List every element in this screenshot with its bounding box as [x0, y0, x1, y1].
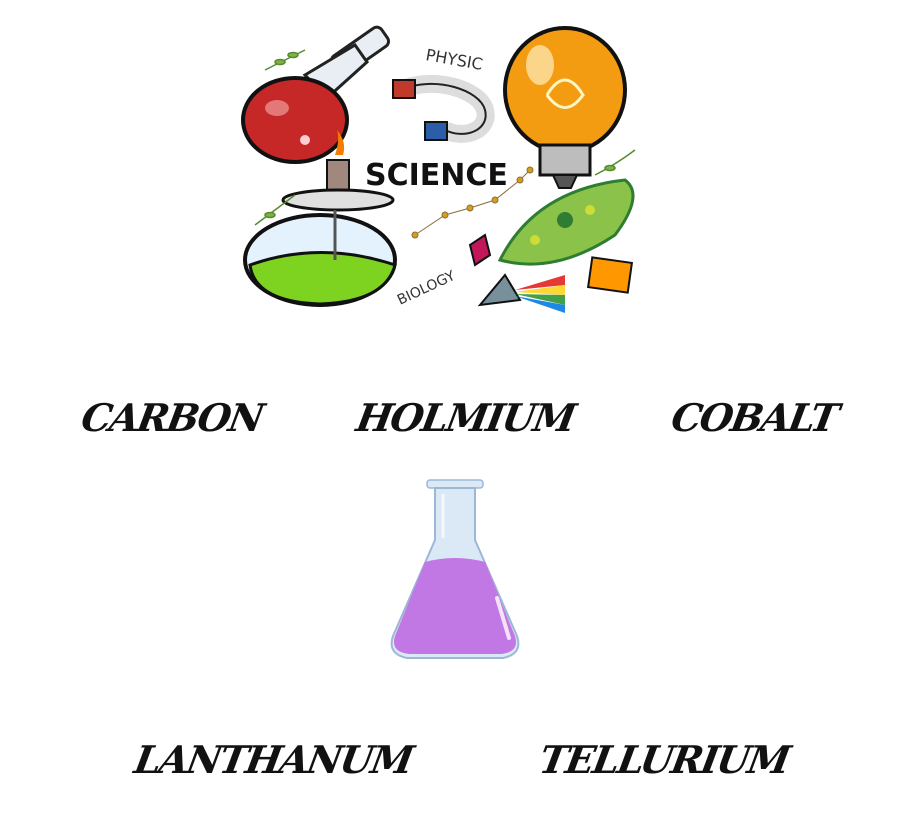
paramecium-icon: [497, 178, 635, 266]
physic-label: PHYSIC: [424, 45, 484, 74]
gem-icon: [468, 233, 492, 267]
word-cobalt: COBALT: [668, 395, 841, 440]
element-card-icon: [586, 256, 634, 294]
word-lanthanum: LANTHANUM: [131, 737, 416, 782]
round-flask-icon: [241, 25, 391, 164]
light-bulb-icon: [503, 26, 627, 189]
erlenmeyer-flask-icon: [390, 479, 520, 659]
word-holmium: HOLMIUM: [353, 395, 578, 440]
biology-label: BIOLOGY: [395, 268, 458, 309]
magnet-icon: [392, 74, 495, 143]
science-label: SCIENCE: [365, 158, 508, 193]
word-tellurium: TELLURIUM: [536, 737, 793, 782]
science-illustration: PHYSIC SCIENCE BIOLOGY: [241, 25, 636, 313]
prism-icon: [477, 273, 565, 313]
word-carbon: CARBON: [78, 395, 266, 440]
